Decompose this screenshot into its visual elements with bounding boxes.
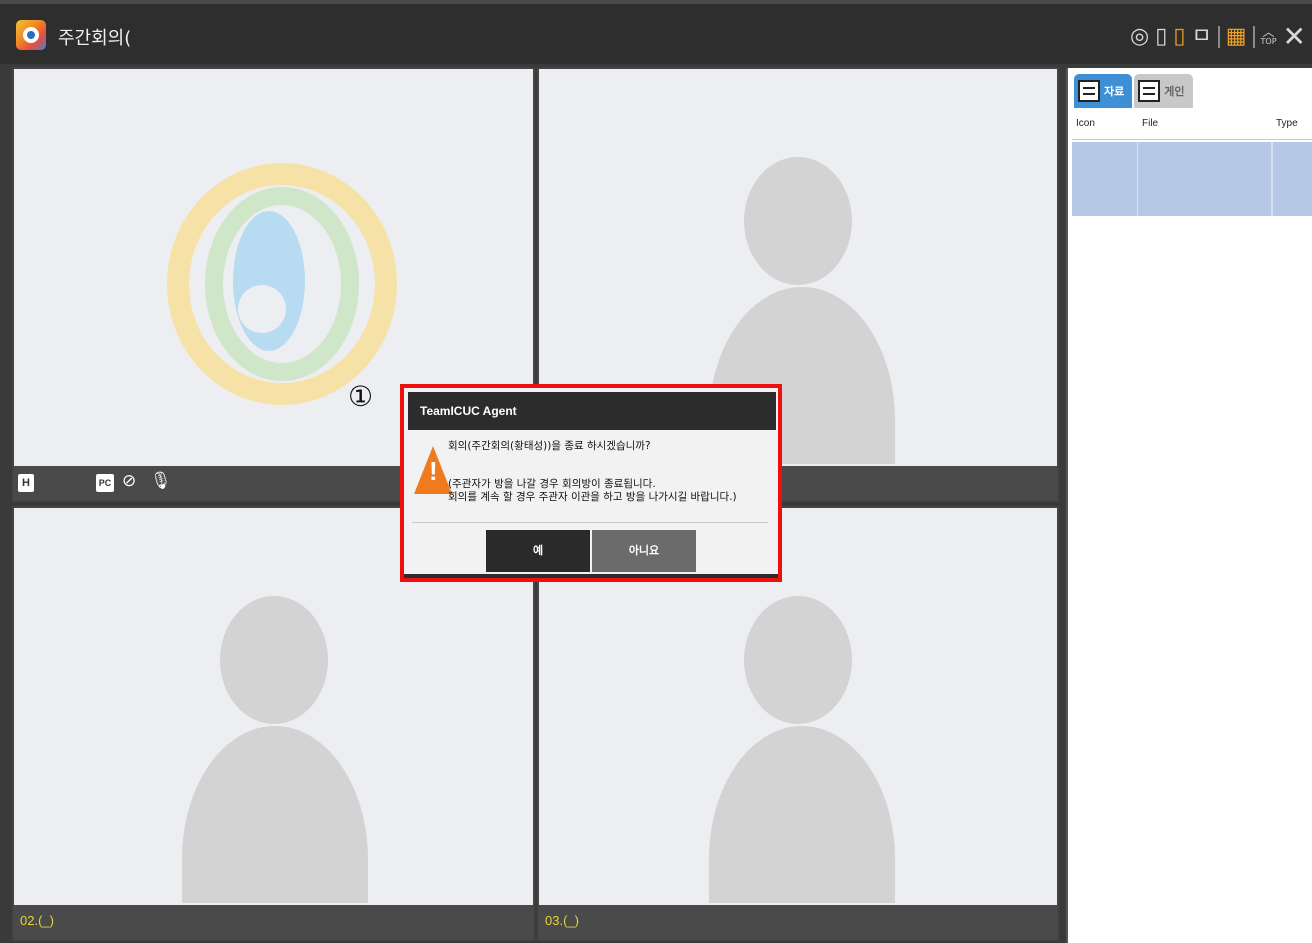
- document-icon: [1078, 80, 1100, 102]
- yes-button[interactable]: 예: [486, 530, 590, 572]
- layout-list-icon[interactable]: ㅁ: [1191, 22, 1211, 52]
- annotation-marker: ①: [348, 380, 374, 413]
- column-file[interactable]: File: [1138, 110, 1272, 140]
- top-icon[interactable]: ︿ TOP: [1260, 26, 1277, 46]
- title-bar: 주간회의( ◎ ▯ ▯ ㅁ ▦ ︿ TOP ✕: [0, 0, 1312, 64]
- dialog-title: TeamICUC Agent: [408, 392, 776, 430]
- tab-notice-label: 게인: [1164, 85, 1185, 98]
- no-button[interactable]: 아니요: [592, 530, 696, 572]
- dialog-divider: [412, 522, 768, 523]
- tile-status-bar: 03.(_): [539, 905, 1057, 939]
- camera-off-icon[interactable]: ⊘: [122, 471, 136, 491]
- tile-label: 02.(_): [20, 913, 54, 928]
- file-table-header: Icon File Type: [1072, 110, 1312, 140]
- table-row[interactable]: [1072, 142, 1312, 216]
- microphone-icon[interactable]: 🎙: [150, 471, 172, 491]
- warning-icon: !: [414, 446, 452, 494]
- tab-notice[interactable]: 게인: [1134, 74, 1193, 108]
- layout-split-icon[interactable]: ▯: [1173, 22, 1185, 52]
- exit-confirm-dialog: TeamICUC Agent ! 회의(주간회의(황태성))을 종료 하시겠습니…: [400, 384, 782, 582]
- tile-label: 03.(_): [545, 913, 579, 928]
- column-type[interactable]: Type: [1272, 110, 1298, 140]
- layout-single-icon[interactable]: ▯: [1155, 22, 1167, 52]
- dialog-message-line2: (주관자가 방을 나갈 경우 회의방이 종료됩니다.: [448, 478, 656, 490]
- dialog-message-line1: 회의(주간회의(황태성))을 종료 하시겠습니까?: [448, 440, 651, 452]
- top-label: TOP: [1260, 37, 1277, 46]
- dialog-bottom-edge: [404, 574, 778, 578]
- tab-materials-label: 자료: [1104, 85, 1125, 98]
- side-panel: 자료 게인 Icon File Type: [1066, 68, 1312, 943]
- column-icon[interactable]: Icon: [1072, 110, 1138, 140]
- window-title: 주간회의(: [58, 28, 132, 49]
- pc-badge: PC: [96, 474, 114, 492]
- tab-materials[interactable]: 자료: [1074, 74, 1133, 108]
- panel-tabs: 자료 게인: [1074, 74, 1193, 108]
- close-icon[interactable]: ✕: [1283, 22, 1306, 52]
- refresh-icon[interactable]: ◎: [1130, 22, 1149, 52]
- host-badge: H: [18, 474, 34, 492]
- dialog-message-line3: 회의를 계속 할 경우 주관자 이관을 하고 방을 나가시길 바랍니다.): [448, 491, 737, 503]
- app-logo-icon: [16, 20, 46, 50]
- window-toolbar: ◎ ▯ ▯ ㅁ ▦ ︿ TOP ✕: [1130, 22, 1306, 52]
- tile-status-bar: 02.(_): [14, 905, 533, 939]
- toolbar-divider: [1252, 26, 1255, 48]
- toolbar-divider: [1217, 26, 1220, 48]
- checklist-icon: [1138, 80, 1161, 102]
- grid-icon[interactable]: ▦: [1226, 22, 1247, 52]
